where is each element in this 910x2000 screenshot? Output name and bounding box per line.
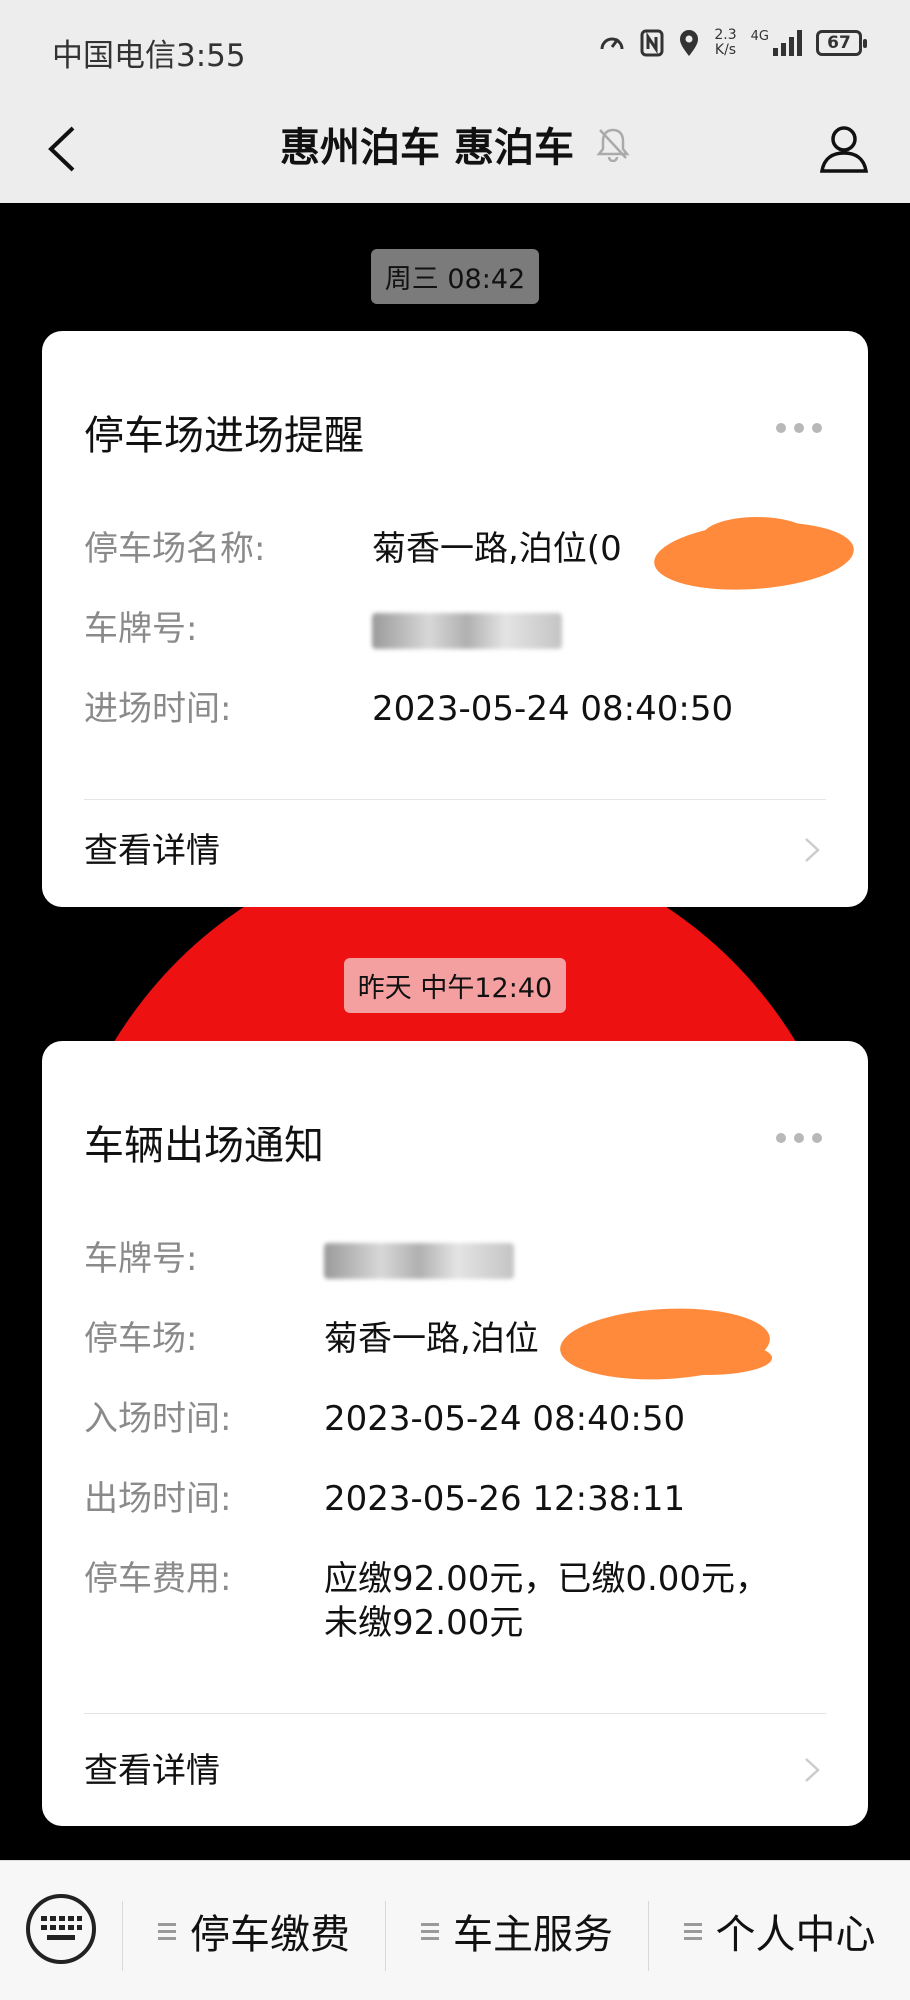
keyboard-icon bbox=[41, 1916, 82, 1940]
chevron-right-icon bbox=[805, 838, 820, 862]
row-label: 出场时间: bbox=[84, 1479, 232, 1519]
menu-lines-icon bbox=[421, 1922, 439, 1940]
row-value: 2023-05-24 08:40:50 bbox=[324, 1399, 686, 1439]
divider bbox=[84, 1713, 826, 1714]
timestamp-label: 昨天 中午12:40 bbox=[343, 958, 567, 1013]
row-value: 2023-05-24 08:40:50 bbox=[372, 689, 734, 729]
plate-redacted bbox=[372, 607, 562, 651]
status-bar: 中国电信3:55 2.3 K/s 4G 67 bbox=[0, 0, 910, 95]
nav-title-area: 惠州泊车 惠泊车 bbox=[0, 115, 910, 173]
menu-item-label: 停车缴费 bbox=[190, 1912, 350, 1958]
card-title: 停车场进场提醒 bbox=[84, 413, 364, 459]
speedometer-icon bbox=[600, 37, 624, 50]
row-value: 菊香一路,泊位(0 bbox=[372, 529, 622, 569]
row-label: 停车场名称: bbox=[84, 529, 266, 569]
menu-item-label: 个人中心 bbox=[715, 1912, 876, 1958]
menu-item-label: 车主服务 bbox=[453, 1912, 613, 1958]
net-speed-unit: K/s bbox=[714, 42, 737, 58]
redaction-scribble bbox=[702, 517, 812, 557]
plate-redacted bbox=[324, 1237, 514, 1281]
view-details-label: 查看详情 bbox=[84, 831, 220, 871]
menu-lines-icon bbox=[683, 1922, 702, 1940]
row-value: 菊香一路,泊位 bbox=[324, 1319, 539, 1359]
row-label: 入场时间: bbox=[84, 1399, 232, 1439]
entry-reminder-card[interactable]: 停车场进场提醒 停车场名称: 菊香一路,泊位(0 车牌号: 进场时间: 2023… bbox=[42, 331, 868, 907]
timestamp: 周三 08:42 bbox=[0, 249, 910, 304]
location-icon bbox=[680, 30, 699, 56]
nav-bar: 惠州泊车 惠泊车 bbox=[0, 95, 910, 203]
menu-owner-services[interactable]: 车主服务 bbox=[386, 1861, 648, 2000]
mute-bell-icon bbox=[596, 128, 630, 162]
user-icon bbox=[819, 126, 869, 173]
menu-personal-center[interactable]: 个人中心 bbox=[649, 1861, 910, 2000]
view-details-label: 查看详情 bbox=[84, 1751, 220, 1791]
menu-lines-icon bbox=[158, 1922, 176, 1940]
timestamp: 昨天 中午12:40 bbox=[0, 958, 910, 1013]
bottom-menu: 停车缴费 车主服务 个人中心 bbox=[0, 1860, 910, 2000]
profile-button[interactable] bbox=[810, 115, 878, 183]
exit-notice-card[interactable]: 车辆出场通知 车牌号: 停车场: 菊香一路,泊位 入场时间: 2023-05-2… bbox=[42, 1041, 868, 1826]
row-value: 应缴92.00元，已缴0.00元， 未缴92.00元 bbox=[324, 1559, 770, 1643]
network-type: 4G bbox=[750, 29, 769, 44]
row-value: 2023-05-26 12:38:11 bbox=[324, 1479, 686, 1519]
redaction-scribble bbox=[642, 1341, 772, 1375]
view-details-link[interactable]: 查看详情 bbox=[84, 821, 826, 881]
net-speed-value: 2.3 bbox=[714, 27, 737, 43]
more-options-icon[interactable] bbox=[776, 1133, 822, 1143]
timestamp-label: 周三 08:42 bbox=[370, 249, 540, 304]
row-label: 停车场: bbox=[84, 1319, 198, 1359]
watermark: XIZI bbox=[743, 1610, 850, 1661]
chevron-right-icon bbox=[805, 1758, 820, 1782]
more-options-icon[interactable] bbox=[776, 423, 822, 433]
menu-parking-payment[interactable]: 停车缴费 bbox=[123, 1861, 385, 2000]
battery-icon: 67 bbox=[816, 30, 867, 56]
card-title: 车辆出场通知 bbox=[84, 1123, 324, 1169]
signal-bars-icon bbox=[773, 30, 802, 56]
view-details-link[interactable]: 查看详情 bbox=[84, 1741, 826, 1801]
page-title: 惠州泊车 惠泊车 bbox=[280, 125, 574, 171]
net-speed: 2.3 K/s bbox=[714, 28, 736, 58]
status-icons: 2.3 K/s 4G 67 bbox=[598, 28, 867, 58]
status-carrier-time: 中国电信3:55 bbox=[52, 38, 246, 74]
keyboard-toggle-button[interactable] bbox=[26, 1894, 96, 1964]
battery-level: 67 bbox=[827, 33, 851, 53]
row-label: 停车费用: bbox=[84, 1559, 232, 1599]
row-label: 车牌号: bbox=[84, 1239, 198, 1279]
row-label: 进场时间: bbox=[84, 689, 232, 729]
divider bbox=[84, 799, 826, 800]
nfc-icon bbox=[640, 29, 664, 57]
cellular-signal: 4G bbox=[751, 30, 802, 56]
row-label: 车牌号: bbox=[84, 609, 198, 649]
